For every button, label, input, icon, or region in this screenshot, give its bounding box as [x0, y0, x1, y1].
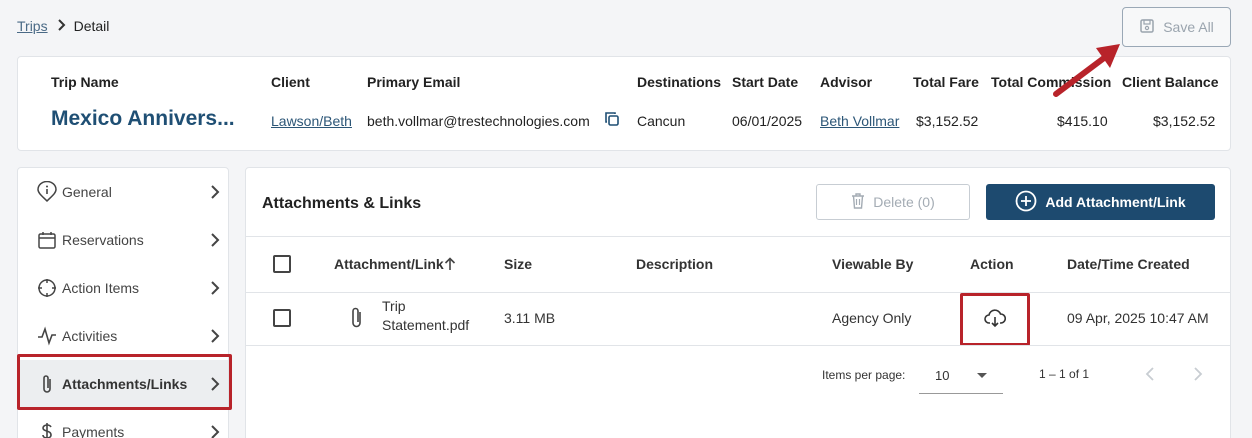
plus-circle-icon	[1015, 190, 1037, 215]
sidebar-item-label: Action Items	[62, 280, 140, 296]
start-date-value: 06/01/2025	[732, 113, 803, 129]
trip-summary-card: Trip Name Mexico Annivers... Client Laws…	[17, 56, 1231, 151]
email-label: Primary Email	[367, 74, 461, 90]
column-header-date-created[interactable]: Date/Time Created	[1067, 256, 1190, 272]
chevron-right-icon	[200, 233, 228, 247]
trash-icon	[851, 192, 865, 212]
destinations-value: Cancun	[637, 113, 686, 129]
info-pin-icon	[36, 181, 58, 203]
column-header-size[interactable]: Size	[504, 256, 532, 272]
target-icon	[36, 277, 58, 299]
sidebar-item-label: General	[62, 184, 112, 200]
sidebar-item-reservations[interactable]: Reservations	[18, 216, 228, 264]
attachment-size: 3.11 MB	[504, 310, 556, 326]
sidebar-item-activities[interactable]: Activities	[18, 312, 228, 360]
save-icon	[1139, 18, 1155, 37]
sidebar-item-payments[interactable]: Payments	[18, 408, 228, 438]
chevron-right-icon	[200, 281, 228, 295]
sidebar-item-action-items[interactable]: Action Items	[18, 264, 228, 312]
attachments-panel: Attachments & Links Delete (0) Add Attac…	[245, 167, 1231, 438]
add-attachment-button[interactable]: Add Attachment/Link	[986, 184, 1215, 220]
copy-icon[interactable]	[603, 110, 621, 128]
add-attachment-label: Add Attachment/Link	[1045, 194, 1186, 210]
dropdown-caret-icon	[977, 373, 987, 378]
divider	[246, 236, 1230, 237]
panel-title: Attachments & Links	[262, 195, 422, 212]
dollar-icon	[36, 421, 58, 438]
breadcrumb-trips-link[interactable]: Trips	[17, 18, 48, 34]
delete-label: Delete (0)	[873, 194, 935, 210]
next-page-icon[interactable]	[1188, 364, 1208, 384]
client-link[interactable]: Lawson/Beth	[271, 113, 352, 129]
items-per-page-select[interactable]: 10	[919, 356, 1003, 394]
divider	[246, 345, 1230, 346]
select-all-checkbox[interactable]	[273, 255, 291, 273]
breadcrumb: Trips Detail	[17, 18, 109, 34]
client-label: Client	[271, 74, 310, 90]
delete-button[interactable]: Delete (0)	[816, 184, 970, 220]
total-fare-value: $3,152.52	[916, 113, 979, 129]
divider	[246, 292, 1230, 293]
column-header-attachment[interactable]: Attachment/Link	[334, 256, 444, 272]
items-per-page-value: 10	[935, 368, 950, 383]
client-balance-value: $3,152.52	[1153, 113, 1216, 129]
sidebar-item-label: Payments	[62, 424, 125, 438]
column-header-action: Action	[970, 256, 1014, 272]
sidebar-item-label: Reservations	[62, 232, 144, 248]
attachment-name-line1[interactable]: Trip	[382, 298, 406, 314]
chevron-right-icon	[200, 185, 228, 199]
sidebar-item-general[interactable]: General	[18, 168, 228, 216]
save-all-label: Save All	[1163, 19, 1214, 35]
annotation-highlight-box	[17, 354, 232, 410]
client-balance-label: Client Balance	[1122, 74, 1219, 90]
chevron-right-icon	[56, 18, 66, 34]
start-date-label: Start Date	[732, 74, 799, 90]
breadcrumb-current: Detail	[73, 18, 110, 34]
attachment-date-created: 09 Apr, 2025 10:47 AM	[1067, 310, 1209, 326]
pager-range: 1 – 1 of 1	[1039, 367, 1090, 381]
email-value: beth.vollmar@trestechnologies.com	[367, 113, 590, 129]
attachment-name-line2[interactable]: Statement.pdf	[382, 317, 469, 333]
activity-icon	[36, 325, 58, 347]
total-fare-label: Total Fare	[913, 74, 979, 90]
sidebar-item-label: Activities	[62, 328, 118, 344]
annotation-highlight-box	[960, 293, 1030, 346]
chevron-right-icon	[200, 329, 228, 343]
row-checkbox[interactable]	[273, 309, 291, 327]
annotation-arrow-icon	[1053, 44, 1120, 97]
chevron-right-icon	[200, 425, 228, 438]
column-header-viewable-by[interactable]: Viewable By	[832, 256, 913, 272]
trip-detail-page: Trips Detail Save All Trip Name Mexico A…	[0, 0, 1252, 438]
attachment-viewable-by: Agency Only	[832, 310, 912, 326]
sort-arrow-up-icon[interactable]	[444, 257, 456, 276]
calendar-icon	[36, 229, 58, 251]
column-header-description[interactable]: Description	[636, 256, 713, 272]
total-commission-value: $415.10	[1057, 113, 1108, 129]
trip-name: Mexico Annivers...	[51, 107, 235, 130]
items-per-page-label: Items per page:	[822, 368, 906, 382]
advisor-link[interactable]: Beth Vollmar	[820, 113, 899, 129]
previous-page-icon[interactable]	[1140, 364, 1160, 384]
advisor-label: Advisor	[820, 74, 873, 90]
paperclip-icon	[350, 306, 364, 335]
save-all-button[interactable]: Save All	[1122, 7, 1231, 47]
trip-name-label: Trip Name	[51, 74, 119, 90]
destinations-label: Destinations	[637, 74, 722, 90]
